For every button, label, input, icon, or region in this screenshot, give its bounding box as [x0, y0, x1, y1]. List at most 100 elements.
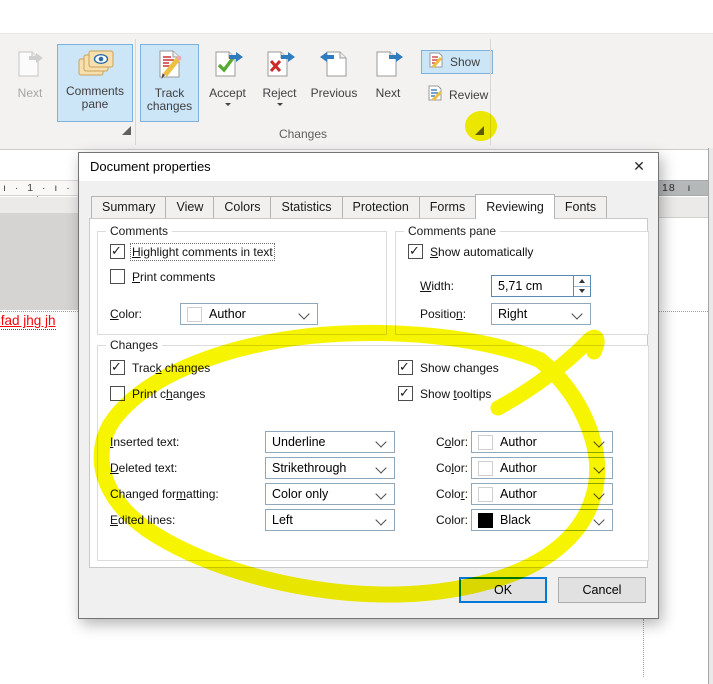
document-properties-dialog: Document properties ✕ Summary View Color…	[78, 152, 659, 619]
inserted-color-combobox[interactable]: Author	[471, 431, 613, 453]
checkbox-label[interactable]: Print changes	[132, 387, 205, 401]
print-changes-row: Print changes	[110, 386, 205, 401]
next-comment-button: Next	[6, 45, 54, 123]
checkbox-print-changes[interactable]	[110, 386, 125, 401]
inserted-text-label: Inserted text:	[110, 435, 179, 449]
color-swatch	[478, 461, 493, 476]
combobox-value: Right	[498, 307, 527, 321]
checkbox-label[interactable]: Highlight comments in text	[132, 245, 273, 259]
checkbox-label[interactable]: Show changes	[420, 361, 499, 375]
track-changes-row: Track changes	[110, 360, 210, 375]
deleted-text-label: Deleted text:	[110, 461, 177, 475]
next-button[interactable]: Next	[364, 45, 412, 123]
edited-lines-color-combobox[interactable]: Black	[471, 509, 613, 531]
checkbox-show-changes[interactable]	[398, 360, 413, 375]
chevron-down-icon	[593, 488, 604, 499]
checkbox-print-comments[interactable]	[110, 269, 125, 284]
checkbox-label[interactable]: Print comments	[132, 270, 215, 284]
position-combobox[interactable]: Right	[491, 303, 591, 325]
tracked-change-inserted-text[interactable]: sfad jhg jh	[0, 313, 56, 330]
combobox-value: Author	[500, 435, 537, 449]
show-changes-row: Show changes	[398, 360, 499, 375]
tab-colors[interactable]: Colors	[214, 196, 271, 219]
dialog-tabstrip: Summary View Colors Statistics Protectio…	[91, 195, 607, 219]
ribbon-separator	[490, 39, 491, 145]
color-swatch	[478, 487, 493, 502]
combobox-value: Color only	[272, 487, 328, 501]
spinner-buttons	[573, 276, 590, 296]
color-swatch	[478, 513, 493, 528]
text-boundary-line-vertical	[643, 619, 644, 677]
ribbon-changes-group: Next Comments pane Track changes Accept	[0, 33, 713, 150]
highlight-comments-row: Highlight comments in text	[110, 244, 273, 259]
cancel-button[interactable]: Cancel	[558, 577, 646, 603]
button-label: Next	[376, 87, 401, 100]
tab-reviewing[interactable]: Reviewing	[475, 194, 555, 219]
page-right-edge	[708, 148, 713, 684]
tab-protection[interactable]: Protection	[343, 196, 420, 219]
deleted-color-combobox[interactable]: Author	[471, 457, 613, 479]
reject-button[interactable]: Reject	[256, 45, 303, 131]
track-changes-button[interactable]: Track changes	[140, 44, 199, 122]
deleted-text-combobox[interactable]: Strikethrough	[265, 457, 395, 479]
groupbox-legend: Comments pane	[404, 224, 500, 238]
chevron-down-icon	[571, 308, 582, 319]
formatting-color-combobox[interactable]: Author	[471, 483, 613, 505]
spin-down-icon[interactable]	[574, 286, 590, 296]
combobox-value: Author	[500, 487, 537, 501]
changed-formatting-combobox[interactable]: Color only	[265, 483, 395, 505]
combobox-value: Black	[500, 513, 531, 527]
tab-view[interactable]: View	[166, 196, 214, 219]
checkbox-highlight-comments[interactable]	[110, 244, 125, 259]
page-margin-strip	[657, 197, 708, 218]
previous-icon	[319, 49, 350, 84]
tab-summary[interactable]: Summary	[91, 196, 166, 219]
page-top-gray-area	[0, 213, 78, 310]
checkbox-track-changes[interactable]	[110, 360, 125, 375]
accept-button[interactable]: Accept	[204, 45, 251, 131]
next-icon	[373, 49, 404, 84]
color-label: Color:	[436, 435, 468, 449]
accept-dropdown-arrow-icon[interactable]	[225, 103, 231, 109]
edited-lines-label: Edited lines:	[110, 513, 175, 527]
button-label: Comments pane	[58, 85, 132, 111]
button-label: Previous	[311, 87, 358, 100]
spinner-value[interactable]: 5,71 cm	[498, 279, 542, 293]
chevron-down-icon	[375, 462, 386, 473]
dialog-titlebar[interactable]: Document properties ✕	[79, 153, 658, 181]
ok-button[interactable]: OK	[459, 577, 547, 603]
changes-dialog-launcher-icon[interactable]	[475, 126, 484, 135]
groupbox-legend: Comments	[106, 224, 172, 238]
checkbox-label[interactable]: Show automatically	[430, 245, 533, 259]
combobox-value: Left	[272, 513, 293, 527]
comments-groupbox: Comments Highlight comments in text Prin…	[97, 231, 387, 335]
comments-pane-button[interactable]: Comments pane	[57, 44, 133, 122]
checkbox-label[interactable]: Track changes	[132, 361, 210, 375]
edited-lines-combobox[interactable]: Left	[265, 509, 395, 531]
button-label: Review	[449, 88, 488, 102]
ruler-number: 18	[662, 182, 676, 194]
width-spinner[interactable]: 5,71 cm	[491, 275, 591, 297]
show-button[interactable]: Show	[421, 50, 493, 74]
chevron-down-icon	[593, 462, 604, 473]
tab-forms[interactable]: Forms	[420, 196, 476, 219]
checkbox-show-automatically[interactable]	[408, 244, 423, 259]
reject-dropdown-arrow-icon[interactable]	[277, 103, 283, 109]
tab-statistics[interactable]: Statistics	[271, 196, 342, 219]
previous-button[interactable]: Previous	[306, 45, 362, 123]
review-button[interactable]: Review	[421, 84, 497, 106]
checkbox-show-tooltips[interactable]	[398, 386, 413, 401]
chevron-down-icon	[375, 488, 386, 499]
tab-fonts[interactable]: Fonts	[555, 196, 607, 219]
app-window: Next Comments pane Track changes Accept	[0, 0, 713, 684]
dialog-launcher-icon[interactable]	[122, 126, 131, 135]
changed-formatting-label: Changed formatting:	[110, 487, 219, 501]
reject-icon	[264, 49, 295, 84]
color-swatch	[478, 435, 493, 450]
comment-color-combobox[interactable]: Author	[180, 303, 318, 325]
close-icon[interactable]: ✕	[626, 156, 652, 176]
combobox-value: Author	[209, 307, 246, 321]
page-margin-strip	[0, 197, 78, 213]
inserted-text-combobox[interactable]: Underline	[265, 431, 395, 453]
checkbox-label[interactable]: Show tooltips	[420, 387, 491, 401]
